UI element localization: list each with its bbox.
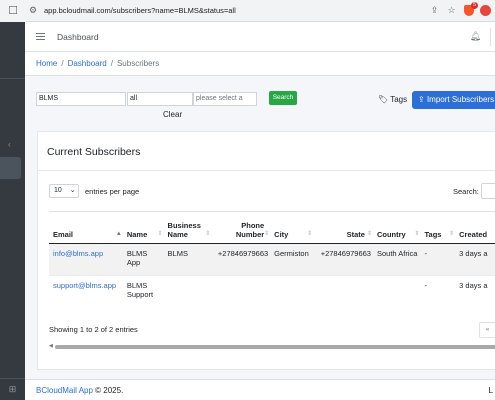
sidebar: ‹ ⊞ (0, 22, 25, 400)
footer: BCloudMail App © 2025. L (25, 379, 495, 400)
bookmark-star-icon[interactable]: ☆ (446, 5, 457, 16)
subscribers-card: Current Subscribers 10 ⌄ entries per pag… (37, 131, 495, 370)
cell-country (372, 275, 421, 308)
table-search-label: Search: (453, 187, 479, 196)
cell-created: 3 days a (455, 243, 495, 276)
tags-label: Tags (390, 95, 408, 104)
chevron-left-icon[interactable]: ‹ (8, 140, 11, 149)
col-business-name[interactable]: Business Name ⇕ (163, 211, 212, 244)
status-filter-input[interactable]: all (127, 92, 193, 106)
sort-icon: ⇕ (205, 231, 211, 237)
entries-per-page-label: entries per page (85, 187, 140, 196)
card-divider (38, 170, 495, 171)
footer-copyright: © 2025. (95, 386, 124, 395)
cell-email[interactable]: support@blms.app (49, 275, 123, 308)
browser-toolbar: ☐ ⚙ app.bcloudmail.com/subscribers?name=… (0, 0, 495, 22)
sort-icon: ⇕ (264, 231, 270, 237)
col-state[interactable]: State ⇕ (313, 211, 373, 244)
breadcrumb: Home / Dashboard / Subscribers (25, 52, 495, 76)
col-created[interactable]: Created (455, 211, 495, 244)
card-title: Current Subscribers (47, 146, 141, 158)
pagination-previous-button[interactable]: « (479, 322, 495, 338)
brave-shield-icon[interactable]: 5 (463, 2, 478, 16)
table-row: support@blms.app BLMS Support - 3 days a (49, 275, 495, 308)
import-subscribers-button[interactable]: ⇪ Import Subscribers (412, 91, 495, 109)
col-name[interactable]: Name ⇕ (122, 211, 164, 244)
bell-icon[interactable]: 🔔︎ (470, 31, 481, 42)
table-row: info@blms.app BLMS App BLMS +27846979663… (49, 243, 495, 276)
cell-city: Germiston (270, 243, 314, 276)
page-length-value: 10 (54, 187, 62, 194)
tag-select[interactable]: please select a (193, 92, 257, 106)
page-length-select[interactable]: 10 ⌄ (49, 184, 79, 198)
sidebar-grid-icon[interactable]: ⊞ (0, 378, 25, 400)
col-phone-number[interactable]: Phone Number ⇕ (211, 211, 271, 244)
top-navbar: Dashboard 🔔︎ (25, 22, 495, 52)
col-city[interactable]: City ⇕ (270, 211, 314, 244)
nav-dashboard-link[interactable]: Dashboard (57, 32, 99, 42)
sidebar-divider (0, 78, 25, 79)
search-button[interactable]: Search (269, 91, 297, 105)
import-label: Import Subscribers (426, 95, 495, 104)
sort-icon: ⇕ (449, 231, 455, 237)
sort-icon: ⇕ (414, 231, 420, 237)
col-country[interactable]: Country ⇕ (372, 211, 421, 244)
tags-button[interactable]: 🏷︎ Tags (378, 95, 407, 104)
cell-name: BLMS App (122, 243, 164, 276)
name-filter-input[interactable]: BLMS (36, 92, 126, 106)
nav-divider (490, 28, 491, 46)
footer-right-text: L (488, 386, 493, 395)
chevron-down-icon: ⌄ (69, 187, 76, 194)
breadcrumb-separator: / (110, 59, 113, 68)
cell-created: 3 days a (455, 275, 495, 308)
col-tags[interactable]: Tags ⇕ (420, 211, 456, 244)
cell-phone: +27846979663 (211, 243, 271, 276)
cell-tags: - (420, 275, 456, 308)
cell-name: BLMS Support (122, 275, 164, 308)
footer-brand-link[interactable]: BCloudMail App (36, 386, 93, 395)
tag-icon: 🏷︎ (378, 95, 389, 104)
clear-button[interactable]: Clear (163, 110, 182, 119)
alert-icon[interactable] (480, 5, 491, 16)
address-bar[interactable]: app.bcloudmail.com/subscribers?name=BLMS… (44, 6, 429, 15)
cell-business: BLMS (163, 243, 212, 276)
sort-asc-icon: ▲ (115, 231, 122, 237)
scroll-left-icon[interactable]: ◀ (49, 344, 53, 349)
breadcrumb-current: Subscribers (116, 59, 160, 68)
cell-state: +27846979663 (313, 243, 373, 276)
sort-icon: ⇕ (157, 231, 163, 237)
horizontal-scrollbar[interactable]: ◀ (49, 344, 495, 349)
table-info: Showing 1 to 2 of 2 entries (49, 325, 138, 334)
shield-badge-count: 5 (471, 2, 478, 9)
cell-state (313, 275, 373, 308)
cell-city (270, 275, 314, 308)
sort-icon: ⇕ (307, 231, 313, 237)
cell-phone (211, 275, 271, 308)
sort-icon: ⇕ (366, 231, 372, 237)
subscribers-table: Email ▲ Name ⇕ Business Name ⇕ Phone Number… (49, 211, 495, 308)
table-search-input[interactable] (481, 183, 495, 199)
cell-tags: - (420, 243, 456, 276)
cell-business (163, 275, 212, 308)
cell-email[interactable]: info@blms.app (49, 243, 123, 276)
menu-icon[interactable] (36, 33, 45, 40)
site-info-icon[interactable]: ⚙ (26, 5, 40, 16)
scrollbar-thumb[interactable] (55, 345, 495, 349)
share-icon[interactable]: ⇪ (429, 5, 440, 16)
cell-country: South Africa (372, 243, 421, 276)
col-email[interactable]: Email ▲ (49, 211, 123, 244)
import-icon: ⇪ (418, 95, 425, 104)
breadcrumb-home[interactable]: Home (36, 59, 57, 68)
breadcrumb-dashboard[interactable]: Dashboard (68, 59, 107, 68)
sidebar-item-active[interactable] (0, 157, 21, 179)
bookmark-icon[interactable]: ☐ (0, 0, 26, 22)
breadcrumb-separator: / (61, 59, 64, 68)
